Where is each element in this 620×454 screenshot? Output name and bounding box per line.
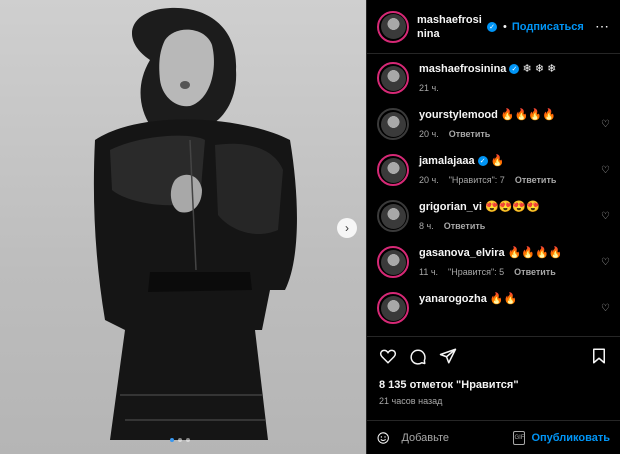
follow-button[interactable]: Подписаться [512, 21, 584, 33]
reply-button[interactable]: Ответить [444, 221, 486, 231]
caption-username[interactable]: mashaefrosinina [419, 63, 506, 75]
comments-list[interactable]: mashaefrosinina ✓ ❄ ❄ ❄ 21 ч. yourstylem… [367, 62, 620, 337]
comment-like-icon[interactable]: ♡ [601, 119, 610, 130]
comment-time: 8 ч. [419, 221, 434, 231]
carousel-dot [186, 438, 190, 442]
comment-username[interactable]: jamalajaaa [419, 155, 475, 167]
likes-count[interactable]: 8 135 отметок "Нравится" [379, 379, 608, 391]
gif-icon[interactable]: GIF [513, 430, 526, 445]
post-timestamp: 21 часов назад [379, 396, 443, 406]
author-avatar[interactable] [377, 62, 409, 94]
commenter-avatar[interactable] [377, 108, 409, 140]
chevron-right-icon[interactable]: › [337, 218, 357, 238]
verified-icon: ✓ [487, 21, 497, 32]
comment-time: 11 ч. [419, 267, 439, 277]
share-icon[interactable] [439, 347, 457, 365]
post-side-panel: mashaefrosinina ✓ • Подписаться ⋯ mashae… [366, 0, 620, 454]
comment-item: yanarogozha 🔥🔥 ♡ [367, 292, 620, 324]
commenter-avatar[interactable] [377, 154, 409, 186]
comment-username[interactable]: grigorian_vi [419, 201, 482, 213]
comment-like-icon[interactable]: ♡ [601, 211, 610, 222]
more-icon[interactable]: ⋯ [595, 18, 610, 35]
carousel-dot [178, 438, 182, 442]
comment-item: jamalajaaa ✓ 🔥 20 ч. "Нравится": 7 Ответ… [367, 154, 620, 186]
commenter-avatar[interactable] [377, 246, 409, 278]
comment-username[interactable]: yourstylemood [419, 109, 498, 121]
caption: mashaefrosinina ✓ ❄ ❄ ❄ 21 ч. [367, 62, 620, 94]
comment-icon[interactable] [409, 347, 427, 365]
comment-composer: GIF Опубликовать [367, 420, 620, 454]
reply-button[interactable]: Ответить [449, 129, 491, 139]
author-username[interactable]: mashaefrosinina [417, 13, 487, 41]
publish-button[interactable]: Опубликовать [531, 432, 610, 444]
caption-text: ❄ ❄ ❄ [522, 63, 557, 75]
comment-likes[interactable]: "Нравится": 5 [448, 267, 504, 277]
comment-likes[interactable]: "Нравится": 7 [449, 175, 505, 185]
author-avatar[interactable] [377, 10, 409, 43]
bookmark-icon[interactable] [590, 347, 608, 365]
post-viewer: › mashaefrosinina ✓ • Подписаться ⋯ mash… [0, 0, 620, 454]
comment-like-icon[interactable]: ♡ [601, 165, 610, 176]
carousel-indicator [170, 438, 190, 442]
verified-icon: ✓ [477, 156, 488, 167]
comment-item: gasanova_elvira 🔥🔥🔥🔥 11 ч. "Нравится": 5… [367, 246, 620, 278]
comment-like-icon[interactable]: ♡ [601, 303, 610, 314]
emoji-icon[interactable] [377, 429, 389, 447]
comment-username[interactable]: yanarogozha [419, 293, 487, 305]
comment-text: 🔥🔥🔥🔥 [500, 109, 556, 121]
comment-item: grigorian_vi 😍😍😍😍 8 ч. Ответить ♡ [367, 200, 620, 232]
post-header: mashaefrosinina ✓ • Подписаться ⋯ [367, 0, 620, 54]
comment-text: 😍😍😍😍 [485, 201, 540, 213]
separator-dot: • [503, 20, 507, 33]
comment-input[interactable] [399, 430, 514, 445]
photo-illustration [93, 7, 297, 441]
carousel-dot [170, 438, 174, 442]
comment-like-icon[interactable]: ♡ [601, 257, 610, 268]
post-photo[interactable]: › [0, 0, 366, 454]
comment-time: 20 ч. [419, 175, 439, 185]
reply-button[interactable]: Ответить [515, 175, 557, 185]
reply-button[interactable]: Ответить [514, 267, 556, 277]
comment-text: 🔥🔥 [489, 293, 518, 305]
comment-item: yourstylemood 🔥🔥🔥🔥 20 ч. Ответить ♡ [367, 108, 620, 140]
comment-text: 🔥 [490, 155, 505, 167]
post-actions: 8 135 отметок "Нравится" 21 часов назад [367, 336, 620, 406]
verified-icon: ✓ [509, 64, 520, 75]
caption-time: 21 ч. [419, 83, 439, 93]
comment-username[interactable]: gasanova_elvira [419, 247, 505, 259]
comment-time: 20 ч. [419, 129, 439, 139]
commenter-avatar[interactable] [377, 200, 409, 232]
comment-text: 🔥🔥🔥🔥 [507, 247, 563, 259]
heart-icon[interactable] [379, 347, 397, 365]
commenter-avatar[interactable] [377, 292, 409, 324]
